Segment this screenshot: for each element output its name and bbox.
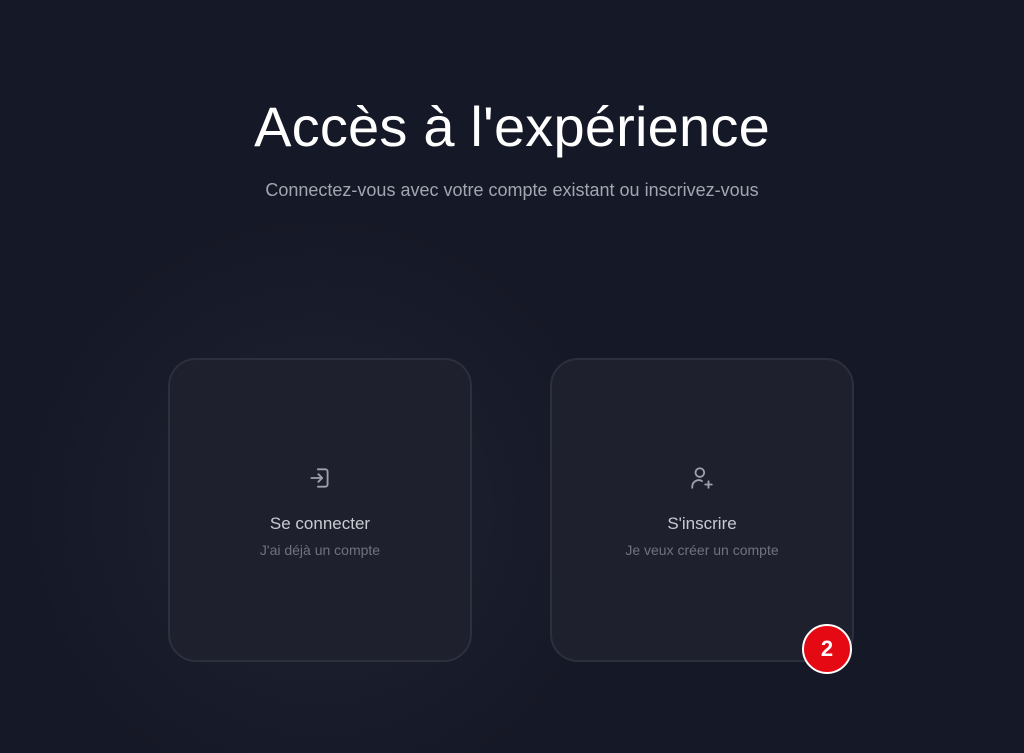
user-plus-icon — [552, 464, 852, 492]
login-option-sublabel: J'ai déjà un compte — [259, 542, 381, 558]
login-option-label: Se connecter — [269, 514, 371, 533]
signup-option-card[interactable]: S'inscrire Je veux créer un compte — [550, 358, 854, 662]
sign-in-icon — [170, 464, 470, 492]
signup-option-sublabel: Je veux créer un compte — [625, 542, 779, 558]
login-option-card[interactable]: Se connecter J'ai déjà un compte — [168, 358, 472, 662]
page-subtitle: Connectez-vous avec votre compte existan… — [265, 180, 759, 200]
page-title: Accès à l'expérience — [254, 95, 770, 158]
step-badge: 2 — [802, 624, 852, 674]
signup-option-label: S'inscrire — [667, 514, 737, 533]
